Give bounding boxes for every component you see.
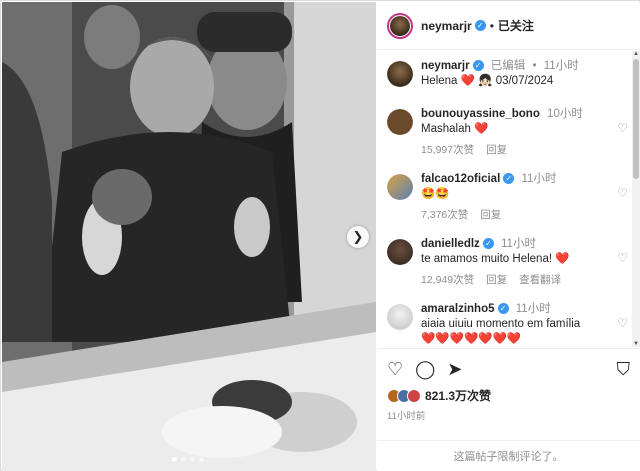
following-button[interactable]: 已关注 <box>498 17 534 34</box>
post-header: neymarjr ✓ • 已关注 <box>377 2 640 50</box>
heart-emoji: ❤️ <box>460 75 475 87</box>
bookmark-icon[interactable]: ⛉ <box>617 360 631 378</box>
comment-like-heart-icon[interactable]: ♡ <box>617 251 628 265</box>
heart-outline-icon[interactable]: ♡ <box>387 360 403 378</box>
comment-text-body: aiaia uiuiu momento em família <box>421 318 581 330</box>
commenter-avatar[interactable] <box>387 304 413 330</box>
photo-illustration <box>2 2 376 471</box>
comment-like-heart-icon[interactable]: ♡ <box>617 186 628 200</box>
carousel-dot <box>181 457 186 462</box>
comment-item: falcao12oficial ✓ 11小时 🤩🤩 7,376次赞 回复 ♡ <box>377 172 640 237</box>
chevron-right-icon: ❯ <box>352 229 364 244</box>
like-count[interactable]: 821.3万次赞 <box>425 387 491 404</box>
post-timestamp[interactable]: 11小时前 <box>387 408 630 422</box>
author-username[interactable]: neymarjr <box>421 19 472 33</box>
see-translation-button[interactable]: 查看翻译 <box>519 273 561 288</box>
header-separator: • <box>489 18 494 33</box>
comment-emoji: ❤️ <box>555 253 570 265</box>
comment-icon[interactable]: ◯ <box>415 360 435 378</box>
reply-button[interactable]: 回复 <box>480 208 501 223</box>
verified-badge-icon: ✓ <box>503 173 515 185</box>
commenter-username[interactable]: danielledlz <box>421 238 480 250</box>
comment-emoji: 🤩🤩 <box>421 188 450 200</box>
comments-scrollbar[interactable]: ▲ ▼ <box>632 51 640 347</box>
post-photo[interactable]: ❯ <box>2 2 376 471</box>
comment-meta: 12,949次赞 回复 查看翻译 <box>421 273 630 288</box>
post-side-panel: neymarjr ✓ • 已关注 neymarjr ✓ 已编辑 • 11小时 He… <box>377 2 640 471</box>
reply-button[interactable]: 回复 <box>486 143 507 158</box>
comment-emoji: ❤️❤️❤️❤️❤️❤️❤️ <box>421 333 522 345</box>
post-actions: ♡ ◯ ➤ ⛉ 821.3万次赞 11小时前 <box>377 348 640 422</box>
verified-badge-icon: ✓ <box>472 60 484 72</box>
girl-emoji: 👧🏻 <box>478 75 493 87</box>
comment-like-heart-icon[interactable]: ♡ <box>617 121 628 135</box>
verified-badge-icon: ✓ <box>482 238 494 250</box>
comment-text: 🤩🤩 <box>421 187 630 202</box>
carousel-dot <box>190 457 195 462</box>
commenter-username[interactable]: bounouyassine_bono <box>421 108 540 120</box>
comment-like-count[interactable]: 15,997次赞 <box>421 143 474 158</box>
caption-prefix: Helena <box>421 75 461 87</box>
comment-like-count[interactable]: 12,949次赞 <box>421 273 474 288</box>
scroll-up-arrow-icon[interactable]: ▲ <box>632 51 640 57</box>
liker-avatar[interactable] <box>407 388 421 403</box>
caption-username[interactable]: neymarjr <box>421 60 470 72</box>
comment-text-body: te amamos muito Helena! <box>421 253 556 265</box>
caption: neymarjr ✓ 已编辑 • 11小时 Helena ❤️ 👧🏻 03/07/… <box>377 59 640 107</box>
likes-row: 821.3万次赞 <box>387 387 630 404</box>
comment-like-heart-icon[interactable]: ♡ <box>617 316 628 330</box>
verified-badge-icon: ✓ <box>474 20 486 31</box>
caption-author-avatar[interactable] <box>387 61 413 87</box>
comment-text: Mashalah ❤️ <box>421 122 630 137</box>
comment-text-body: Mashalah <box>421 123 475 135</box>
instagram-post-window: ❯ neymarjr ✓ • 已关注 neymarjr ✓ 已编辑 • 11小时… <box>0 0 640 471</box>
caption-separator: • <box>532 60 537 72</box>
comment-time[interactable]: 11小时 <box>516 303 551 315</box>
comment-text: aiaia uiuiu momento em família <box>421 317 630 332</box>
commenter-username[interactable]: falcao12oficial <box>421 173 500 185</box>
caption-date: 03/07/2024 <box>492 75 554 87</box>
scroll-down-arrow-icon[interactable]: ▼ <box>632 341 640 347</box>
comment-item: amaralzinho5 ✓ 11小时 aiaia uiuiu momento e… <box>377 302 640 347</box>
carousel-next-button[interactable]: ❯ <box>347 226 369 248</box>
author-avatar[interactable] <box>387 12 413 39</box>
commenter-username[interactable]: amaralzinho5 <box>421 303 495 315</box>
scrollbar-thumb[interactable] <box>633 59 639 179</box>
comment-meta: 7,376次赞 回复 <box>421 208 630 223</box>
caption-time[interactable]: 11小时 <box>544 60 579 72</box>
carousel-dot <box>199 457 204 462</box>
share-icon[interactable]: ➤ <box>447 360 462 378</box>
comment-time[interactable]: 11小时 <box>521 173 556 185</box>
comment-like-count[interactable]: 7,376次赞 <box>421 208 468 223</box>
comments-limited-notice: 这篇帖子限制评论了。 <box>377 440 640 471</box>
comment-item: danielledlz ✓ 11小时 te amamos muito Helena… <box>377 237 640 302</box>
verified-badge-icon: ✓ <box>497 303 509 315</box>
reply-button[interactable]: 回复 <box>486 273 507 288</box>
action-icons-row: ♡ ◯ ➤ ⛉ <box>387 357 630 381</box>
edited-label: 已编辑 <box>490 60 526 72</box>
comments-list[interactable]: neymarjr ✓ 已编辑 • 11小时 Helena ❤️ 👧🏻 03/07/… <box>377 51 640 347</box>
carousel-dot <box>172 457 177 462</box>
commenter-avatar[interactable] <box>387 239 413 265</box>
comment-meta: 15,997次赞 回复 <box>421 143 630 158</box>
comment-time[interactable]: 10小时 <box>547 108 583 120</box>
comment-item: bounouyassine_bono 10小时 Mashalah ❤️ 15,9… <box>377 107 640 172</box>
comment-time[interactable]: 11小时 <box>501 238 536 250</box>
carousel-dots <box>172 457 204 462</box>
comment-text: te amamos muito Helena! ❤️ <box>421 252 630 267</box>
commenter-avatar[interactable] <box>387 174 413 200</box>
comment-emoji: ❤️ <box>474 123 489 135</box>
caption-text: Helena ❤️ 👧🏻 03/07/2024 <box>421 74 630 89</box>
commenter-avatar[interactable] <box>387 109 413 135</box>
